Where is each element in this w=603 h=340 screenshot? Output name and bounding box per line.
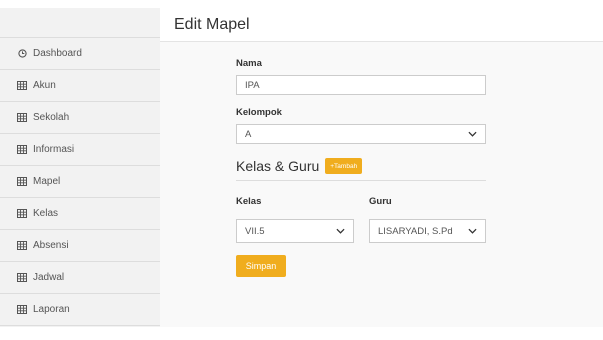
table-icon	[16, 177, 28, 187]
kelas-label: Kelas	[236, 196, 262, 207]
sidebar-item-label: Kelas	[33, 208, 59, 219]
page-footer	[0, 327, 603, 340]
kelas-guru-row: VII.5 LISARYADI, S.Pd	[236, 219, 486, 243]
chevron-down-icon	[468, 228, 477, 234]
nama-input-value: IPA	[245, 79, 260, 91]
main-content: Edit Mapel Nama IPA Kelompok A Kelas & G…	[160, 8, 603, 327]
table-icon	[16, 305, 28, 315]
table-icon	[16, 241, 28, 251]
sidebar-item-label: Jadwal	[33, 272, 65, 283]
table-icon	[16, 273, 28, 283]
nama-label: Nama	[236, 58, 262, 69]
kelas-select[interactable]: VII.5	[236, 219, 354, 243]
sidebar-item-label: Dashboard	[33, 48, 82, 59]
sidebar-item-label: Sekolah	[33, 112, 70, 123]
kelompok-label: Kelompok	[236, 107, 282, 118]
guru-select[interactable]: LISARYADI, S.Pd	[369, 219, 486, 243]
sidebar-item-label: Absensi	[33, 240, 69, 251]
guru-label: Guru	[369, 196, 392, 207]
sidebar-item-jadwal[interactable]: Jadwal	[0, 262, 160, 294]
sidebar-item-akun[interactable]: Akun	[0, 70, 160, 102]
table-icon	[16, 209, 28, 219]
sidebar-item-mapel[interactable]: Mapel	[0, 166, 160, 198]
edit-mapel-form: Nama IPA Kelompok A Kelas & Guru +Tambah…	[236, 58, 486, 277]
app-page: Dashboard Akun Sekolah Informasi Mapel K…	[0, 0, 603, 340]
tambah-button[interactable]: +Tambah	[325, 158, 363, 174]
table-icon	[16, 113, 28, 123]
sidebar-item-informasi[interactable]: Informasi	[0, 134, 160, 166]
section-title: Kelas & Guru	[236, 158, 320, 174]
chevron-down-icon	[336, 228, 345, 234]
sidebar-item-kelas[interactable]: Kelas	[0, 198, 160, 230]
simpan-button[interactable]: Simpan	[236, 255, 286, 277]
nama-input[interactable]: IPA	[236, 75, 486, 95]
sidebar-item-label: Akun	[33, 80, 56, 91]
sidebar: Dashboard Akun Sekolah Informasi Mapel K…	[0, 8, 160, 327]
kelompok-select[interactable]: A	[236, 124, 486, 144]
sidebar-item-label: Mapel	[33, 176, 61, 187]
page-title: Edit Mapel	[174, 15, 250, 33]
sidebar-item-label: Laporan	[33, 304, 70, 315]
kelas-guru-labels: Kelas Guru	[236, 196, 486, 207]
sidebar-item-label: Informasi	[33, 144, 75, 155]
sidebar-item-sekolah[interactable]: Sekolah	[0, 102, 160, 134]
table-icon	[16, 145, 28, 155]
clock-icon	[16, 49, 28, 59]
guru-select-value: LISARYADI, S.Pd	[378, 225, 453, 237]
kelas-select-value: VII.5	[245, 225, 265, 237]
section-divider	[236, 180, 486, 181]
page-header: Edit Mapel	[160, 8, 603, 42]
sidebar-header	[0, 8, 160, 38]
sidebar-item-laporan[interactable]: Laporan	[0, 294, 160, 326]
chevron-down-icon	[468, 131, 477, 137]
table-icon	[16, 81, 28, 91]
sidebar-item-absensi[interactable]: Absensi	[0, 230, 160, 262]
kelompok-select-value: A	[245, 128, 252, 140]
sidebar-item-dashboard[interactable]: Dashboard	[0, 38, 160, 70]
kelas-guru-section: Kelas & Guru +Tambah	[236, 158, 486, 174]
